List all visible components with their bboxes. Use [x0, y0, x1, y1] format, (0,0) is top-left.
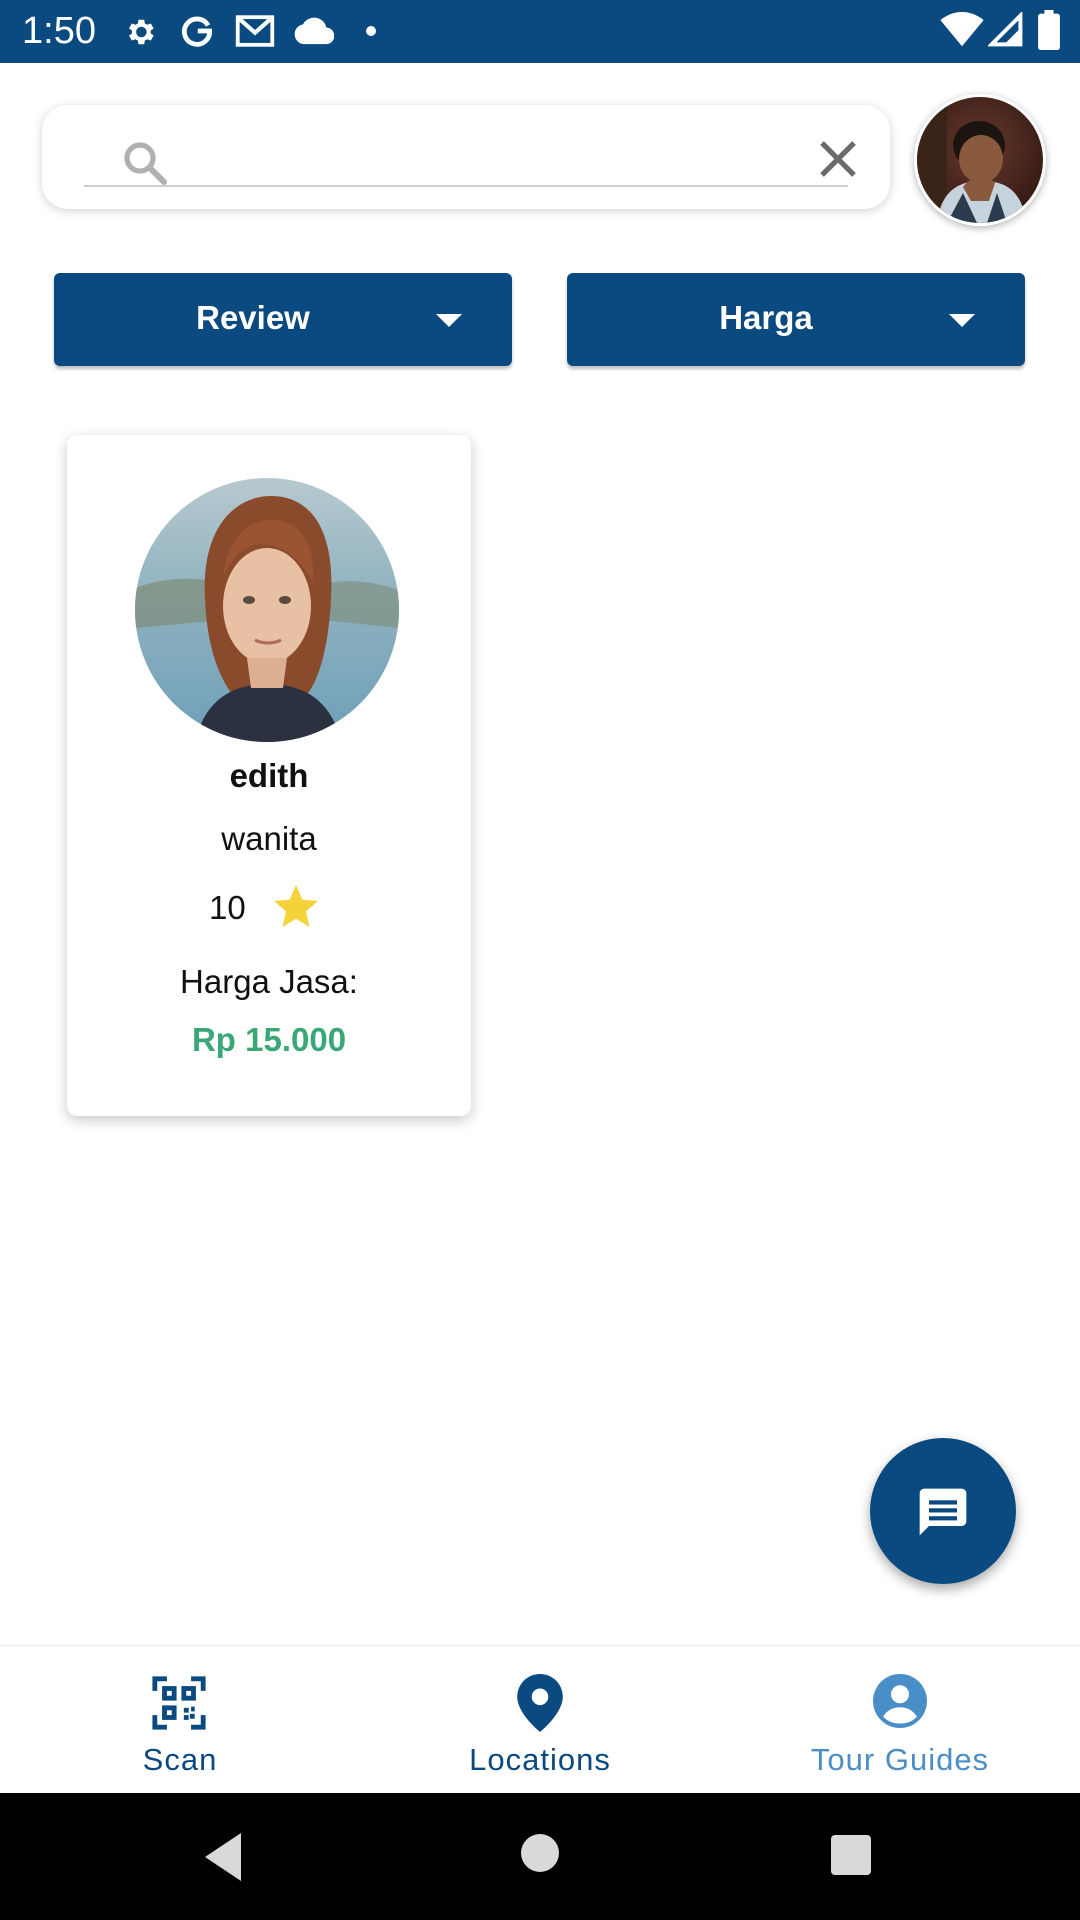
gear-icon	[129, 19, 154, 45]
price-filter-dropdown[interactable]: Harga	[567, 273, 1025, 366]
rating-value: 10	[209, 889, 246, 926]
guide-name: edith	[229, 757, 309, 794]
battery-icon	[1038, 10, 1060, 50]
nav-item-tour-guides[interactable]: Tour Guides	[720, 1646, 1080, 1794]
star-icon	[274, 885, 318, 927]
location-pin-icon	[517, 1674, 563, 1732]
caret-down-icon	[436, 314, 462, 327]
back-icon[interactable]	[204, 1833, 246, 1881]
google-icon	[182, 16, 213, 47]
qr-scan-icon	[152, 1676, 206, 1730]
chat-icon	[919, 1488, 967, 1536]
search-box[interactable]	[42, 105, 890, 209]
recents-icon[interactable]	[831, 1835, 871, 1875]
search-icon	[124, 142, 167, 185]
avatar-photo	[917, 97, 1043, 223]
nav-item-locations[interactable]: Locations	[360, 1646, 720, 1794]
gmail-icon	[235, 15, 275, 47]
chat-fab-button[interactable]	[870, 1438, 1016, 1584]
signal-icon	[988, 12, 1023, 47]
price-value: Rp 15.000	[191, 1021, 347, 1058]
dot-icon	[366, 26, 376, 36]
nav-item-scan[interactable]: Scan	[0, 1646, 360, 1794]
guide-photo	[135, 478, 399, 742]
nav-label-locations: Locations	[469, 1742, 611, 1777]
bottom-nav: Scan Locations Tour Guides	[0, 1645, 1080, 1794]
status-bar: 1:50	[0, 0, 1080, 63]
home-icon[interactable]	[520, 1833, 560, 1873]
account-circle-icon	[873, 1674, 927, 1728]
rating-row: 10	[67, 885, 471, 935]
wifi-icon	[940, 12, 984, 47]
nav-label-tour-guides: Tour Guides	[810, 1742, 990, 1777]
status-time: 1:50	[22, 10, 96, 52]
price-label: Harga Jasa:	[180, 963, 358, 1000]
guide-card[interactable]: edith wanita 10 Harga Jasa: Rp 15.000	[67, 435, 471, 1116]
cloud-icon	[294, 17, 334, 45]
guide-gender: wanita	[221, 820, 317, 857]
search-underline	[84, 185, 848, 187]
avatar[interactable]	[914, 94, 1046, 226]
search-input[interactable]	[172, 133, 776, 183]
caret-down-icon	[949, 314, 975, 327]
nav-label-scan: Scan	[142, 1742, 218, 1777]
system-nav-bar	[0, 1793, 1080, 1920]
close-icon[interactable]	[818, 139, 858, 179]
review-filter-dropdown[interactable]: Review	[54, 273, 512, 366]
